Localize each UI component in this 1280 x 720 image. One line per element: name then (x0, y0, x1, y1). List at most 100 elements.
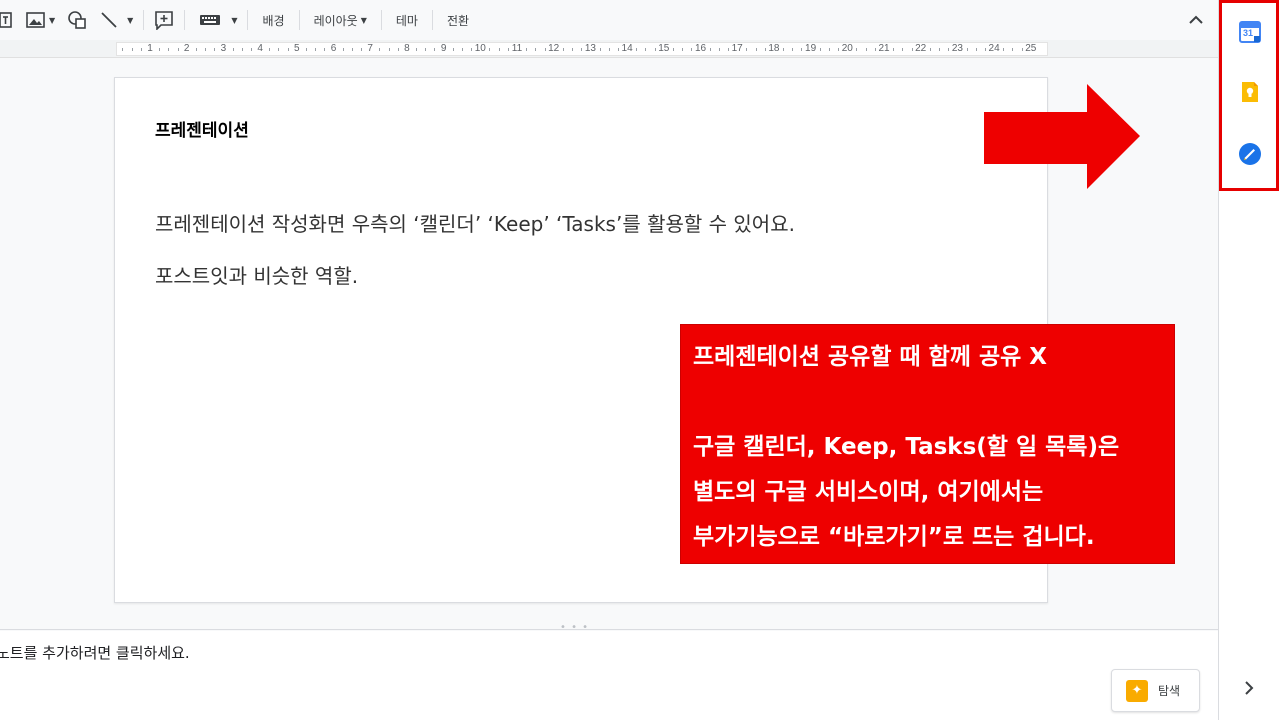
toolbar-divider (431, 10, 433, 30)
background-button[interactable]: 배경 (252, 6, 294, 34)
ruler-tick (498, 48, 500, 51)
ruler-tick (764, 48, 766, 51)
ruler-tick (122, 48, 124, 51)
ruler-tick (131, 48, 133, 51)
layout-label: 레이아웃 (313, 13, 358, 28)
transition-button[interactable]: 전환 (437, 6, 479, 34)
ruler-tick (975, 48, 977, 51)
theme-button[interactable]: 테마 (386, 6, 428, 34)
callout-line: 부가기능으로 “바로가기”로 뜨는 겁니다. (693, 524, 1095, 550)
notes-resize-handle[interactable] (0, 620, 1218, 630)
insert-image-button[interactable]: ▼ (20, 6, 61, 34)
ruler-tick (434, 48, 436, 51)
ruler-tick (471, 48, 473, 51)
ruler-tick (819, 48, 821, 51)
ruler-number: 13 (584, 43, 596, 54)
input-tools-button[interactable]: ▼ (189, 6, 243, 34)
ruler-number: 23 (951, 43, 963, 54)
ruler-number: 8 (404, 43, 410, 54)
shape-icon (68, 11, 86, 29)
ruler-tick (617, 48, 619, 51)
ruler-tick (159, 48, 161, 51)
ruler-number: 6 (330, 43, 337, 54)
chevron-down-icon: ▼ (231, 15, 238, 25)
ruler-number: 25 (1025, 43, 1037, 54)
ruler-tick (718, 48, 720, 51)
ruler-tick (838, 48, 840, 51)
text-box-button[interactable] (0, 6, 20, 34)
ruler-tick (250, 48, 252, 51)
ruler-tick (315, 48, 317, 51)
callout-line: 프레젠테이션 공유할 때 함께 공유 X (693, 344, 1048, 370)
toolbar: ▼ ▼ ▼ 배경 레이아웃 ▼ 테마 전환 (0, 0, 1218, 40)
ruler-tick (416, 48, 418, 51)
ruler-tick (572, 48, 574, 51)
ruler-tick (324, 48, 326, 51)
ruler-tick (397, 48, 399, 51)
explore-button[interactable]: ✦ 탐색 (1111, 669, 1200, 712)
ruler-number: 9 (440, 43, 447, 54)
ruler-tick (645, 48, 647, 51)
ruler-tick (287, 48, 289, 51)
ruler-tick (526, 48, 528, 51)
ruler-tick (177, 48, 179, 51)
ruler-tick (654, 48, 656, 51)
ruler-number: 7 (367, 43, 373, 54)
chevron-down-icon: ▼ (360, 15, 367, 25)
ruler-tick (195, 48, 197, 51)
ruler-tick (874, 48, 876, 51)
ruler-tick (232, 48, 234, 51)
slide-body-line[interactable]: 포스트잇과 비슷한 역할. (155, 260, 358, 289)
ruler-tick (507, 48, 509, 51)
ruler-tick (902, 48, 904, 51)
ruler-tick (305, 48, 307, 51)
ruler-tick (865, 48, 867, 51)
notes-placeholder[interactable]: 노트를 추가하려면 클릭하세요. (0, 642, 190, 663)
slide-body-line[interactable]: 프레젠테이션 작성화면 우측의 ‘캘린더’ ‘Keep’ ‘Tasks’를 활용… (155, 208, 795, 237)
ruler-tick (728, 48, 730, 51)
ruler-tick (893, 48, 895, 51)
ruler-tick (948, 48, 950, 51)
ruler-tick (168, 48, 170, 51)
theme-label: 테마 (395, 13, 418, 28)
callout-line: 별도의 구글 서비스이며, 여기에서는 (693, 479, 1044, 505)
collapse-toolbar-button[interactable] (1184, 8, 1208, 32)
add-comment-button[interactable] (148, 6, 180, 34)
slide-title[interactable]: 프레젠테이션 (155, 116, 249, 141)
red-arrow-annotation (984, 84, 1140, 189)
ruler-number: 4 (257, 43, 263, 54)
ruler-tick (984, 48, 986, 51)
expand-panel-button[interactable] (1239, 678, 1259, 698)
slides-editor: ▼ ▼ ▼ 배경 레이아웃 ▼ 테마 전환 1 2 3 4 5 6 7 8 9 … (0, 0, 1280, 720)
ruler-number: 24 (988, 43, 1000, 54)
ruler-tick (214, 48, 216, 51)
ruler-tick (535, 48, 537, 51)
speaker-notes[interactable]: 노트를 추가하려면 클릭하세요. (0, 631, 1218, 720)
background-label: 배경 (262, 13, 285, 28)
layout-button[interactable]: 레이아웃 ▼ (304, 6, 377, 34)
ruler-tick (489, 48, 491, 51)
ruler-tick (342, 48, 344, 51)
ruler[interactable]: 1 2 3 4 5 6 7 8 9 10 11 12 13 14 15 16 17 18 19 20 21 22 23 24 2… (116, 42, 1048, 56)
ruler-tick (966, 48, 968, 51)
ruler-tick (1021, 48, 1023, 51)
toolbar-divider (380, 10, 382, 30)
explore-label: 탐색 (1158, 684, 1181, 698)
ruler-number: 1 (147, 43, 153, 54)
ruler-tick (1003, 48, 1005, 51)
ruler-tick (608, 48, 610, 51)
ruler-number: 16 (694, 43, 707, 54)
ruler-tick (140, 48, 142, 51)
ruler-tick (351, 48, 353, 51)
ruler-number: 19 (805, 43, 817, 54)
side-panel-highlight-annotation (1219, 0, 1279, 191)
line-button[interactable]: ▼ (93, 6, 139, 34)
ruler-tick (1012, 48, 1014, 51)
ruler-tick (361, 48, 363, 51)
ruler-tick (746, 48, 748, 51)
ruler-tick (755, 48, 757, 51)
chevron-down-icon: ▼ (127, 15, 134, 25)
transition-label: 전환 (446, 13, 470, 28)
shape-button[interactable] (61, 6, 93, 34)
ruler-number: 11 (511, 43, 523, 54)
